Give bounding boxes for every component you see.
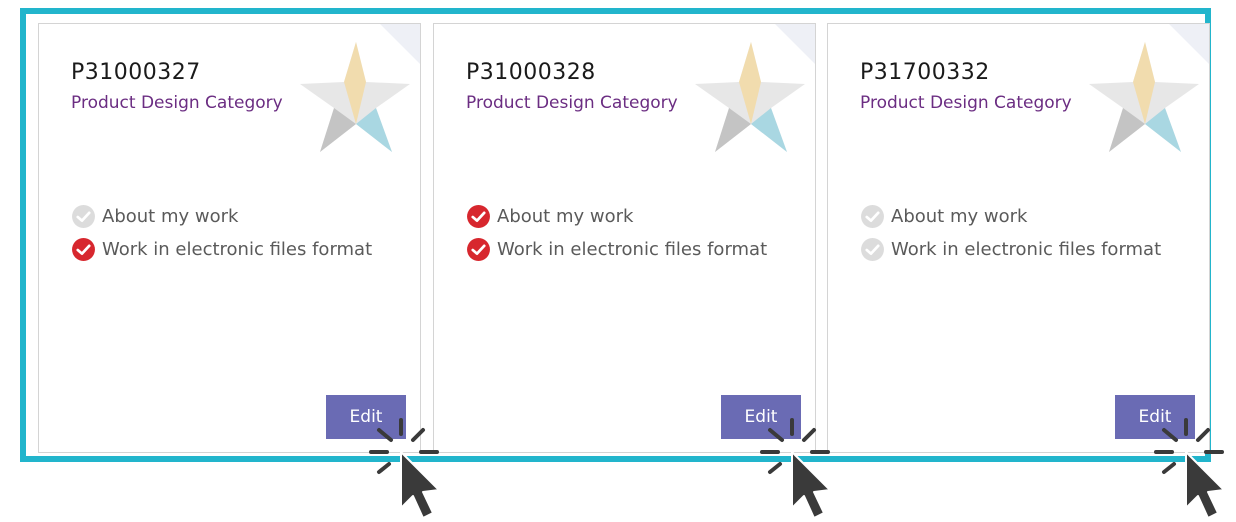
check-circle-icon <box>72 238 95 261</box>
submission-category: Product Design Category <box>466 93 678 113</box>
checklist-item: About my work <box>466 200 767 233</box>
page: P31000327 Product Design Category About … <box>0 0 1236 522</box>
checklist-item-label: About my work <box>102 206 239 227</box>
checklist-item-label: About my work <box>891 206 1028 227</box>
submission-code: P31000328 <box>466 60 596 85</box>
submission-card: P31000327 Product Design Category About … <box>38 23 421 453</box>
check-circle-icon <box>467 205 490 228</box>
submission-card: P31700332 Product Design Category About … <box>827 23 1210 453</box>
checklist: About my work Work in electronic files f… <box>71 200 372 266</box>
checklist-item-label: Work in electronic files format <box>102 239 373 260</box>
checklist-item-label: Work in electronic files format <box>891 239 1162 260</box>
click-cursor-icon <box>760 418 831 519</box>
check-circle-icon <box>861 238 884 261</box>
checklist-item: Work in electronic files format <box>71 233 372 266</box>
checklist-item-label: Work in electronic files format <box>497 239 768 260</box>
checklist-item: Work in electronic files format <box>860 233 1161 266</box>
check-circle-icon <box>72 205 95 228</box>
check-circle-icon <box>861 205 884 228</box>
submission-category: Product Design Category <box>860 93 1072 113</box>
checklist-item: About my work <box>71 200 372 233</box>
submission-category: Product Design Category <box>71 93 283 113</box>
star-logo-icon <box>1089 24 1209 152</box>
checklist: About my work Work in electronic files f… <box>466 200 767 266</box>
click-cursor-icon <box>369 418 440 519</box>
checklist-item: Work in electronic files format <box>466 233 767 266</box>
star-logo-icon <box>695 24 815 152</box>
submission-card: P31000328 Product Design Category About … <box>433 23 816 453</box>
star-logo-icon <box>300 24 420 152</box>
checklist-item-label: About my work <box>497 206 634 227</box>
checklist-item: About my work <box>860 200 1161 233</box>
submission-code: P31000327 <box>71 60 201 85</box>
check-circle-icon <box>467 238 490 261</box>
submission-code: P31700332 <box>860 60 990 85</box>
checklist: About my work Work in electronic files f… <box>860 200 1161 266</box>
click-cursor-icon <box>1154 418 1225 519</box>
